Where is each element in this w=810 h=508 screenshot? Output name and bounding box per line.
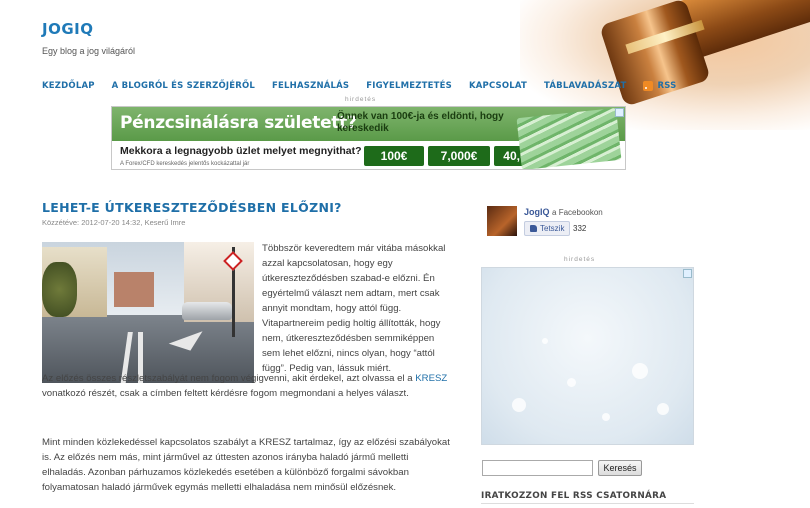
photo-building-mid (114, 272, 154, 307)
facebook-page-name[interactable]: JogIQ a Facebookon (524, 207, 603, 217)
facebook-page-avatar[interactable] (487, 206, 517, 236)
post-image-intersection (42, 242, 254, 383)
ad-button-100[interactable]: 100€ (364, 146, 424, 166)
main-nav: KEZDŐLAP A BLOGRÓL ÉS SZERZŐJÉRŐL FELHAS… (42, 81, 693, 91)
nav-item-home[interactable]: KEZDŐLAP (42, 81, 95, 91)
ad-disclaimer: A Forex/CFD kereskedés jelentős kockázat… (120, 161, 250, 167)
ad-subheadline: Önnek van 100€-ja és eldönti, hogy keres… (337, 111, 504, 134)
kresz-link[interactable]: KRESZ (415, 373, 447, 384)
flake (602, 413, 610, 421)
facebook-like-count: 332 (573, 224, 587, 233)
flake (542, 338, 548, 344)
adchoices-icon[interactable] (683, 269, 692, 278)
post-paragraph-1: Többször keveredtem már vitába másokkal … (262, 243, 446, 374)
fb-page-name-text[interactable]: JogIQ (524, 207, 550, 217)
nav-item-contact[interactable]: KAPCSOLAT (469, 81, 527, 91)
nav-item-about[interactable]: A BLOGRÓL ÉS SZERZŐJÉRŐL (112, 81, 255, 91)
rss-icon (643, 81, 654, 91)
ad-question: Mekkora a legnagyobb üzlet melyet megnyi… (120, 145, 362, 157)
money-image (516, 107, 622, 169)
p2-text-a: Az előzés összes részletszabályát nem fo… (42, 373, 416, 384)
site-tagline: Egy blog a jog világáról (42, 46, 136, 56)
fb-like-label: Tetszik (540, 224, 565, 233)
p2-text-b: vonatkozó részét, csak a címben feltett … (42, 388, 409, 399)
sidebar-ad[interactable] (481, 267, 694, 445)
search-input[interactable] (482, 460, 593, 476)
ad-label-side: hirdetés (564, 256, 596, 263)
site-title[interactable]: JOGIQ (42, 20, 93, 38)
ad-button-7000[interactable]: 7,000€ (428, 146, 490, 166)
nav-item-warning[interactable]: FIGYELMEZTETÉS (366, 81, 452, 91)
nav-item-rss[interactable]: RSS (643, 81, 676, 91)
ad-headline: Pénzcsinálásra született? (120, 113, 357, 133)
top-banner-ad[interactable]: Pénzcsinálásra született? Önnek van 100€… (111, 106, 626, 170)
photo-tree (42, 262, 77, 317)
post-title[interactable]: LEHET-E ÚTKERESZTEZŐDÉSBEN ELŐZNI? (42, 200, 342, 215)
adchoices-icon[interactable] (615, 108, 624, 117)
search-button[interactable]: Keresés (598, 460, 642, 476)
flake (512, 398, 526, 412)
fb-suffix: a Facebookon (552, 208, 603, 217)
widget-divider (481, 503, 694, 504)
nav-item-usage[interactable]: FELHASZNÁLÁS (272, 81, 349, 91)
post-meta: Közzétéve: 2012-07-20 14:32, Keserű Imre (42, 218, 186, 227)
photo-car (182, 302, 232, 320)
post-paragraph-3: Mint minden közlekedéssel kapcsolatos sz… (42, 437, 450, 493)
thumbs-up-icon (530, 225, 537, 232)
flake (657, 403, 669, 415)
nav-item-sign-hunting[interactable]: TÁBLAVADÁSZAT (544, 81, 626, 91)
facebook-like-button[interactable]: Tetszik (524, 221, 571, 236)
post-paragraph-2: Az előzés összes részletszabályát nem fo… (42, 371, 452, 401)
flake (632, 363, 648, 379)
flake (567, 378, 576, 387)
facebook-like-box: JogIQ a Facebookon Tetszik 332 (487, 205, 687, 245)
ad-label-top: hirdetés (345, 96, 377, 103)
nav-rss-label: RSS (657, 81, 677, 91)
rss-widget-title: IRATKOZZON FEL RSS CSATORNÁRA (481, 491, 667, 501)
